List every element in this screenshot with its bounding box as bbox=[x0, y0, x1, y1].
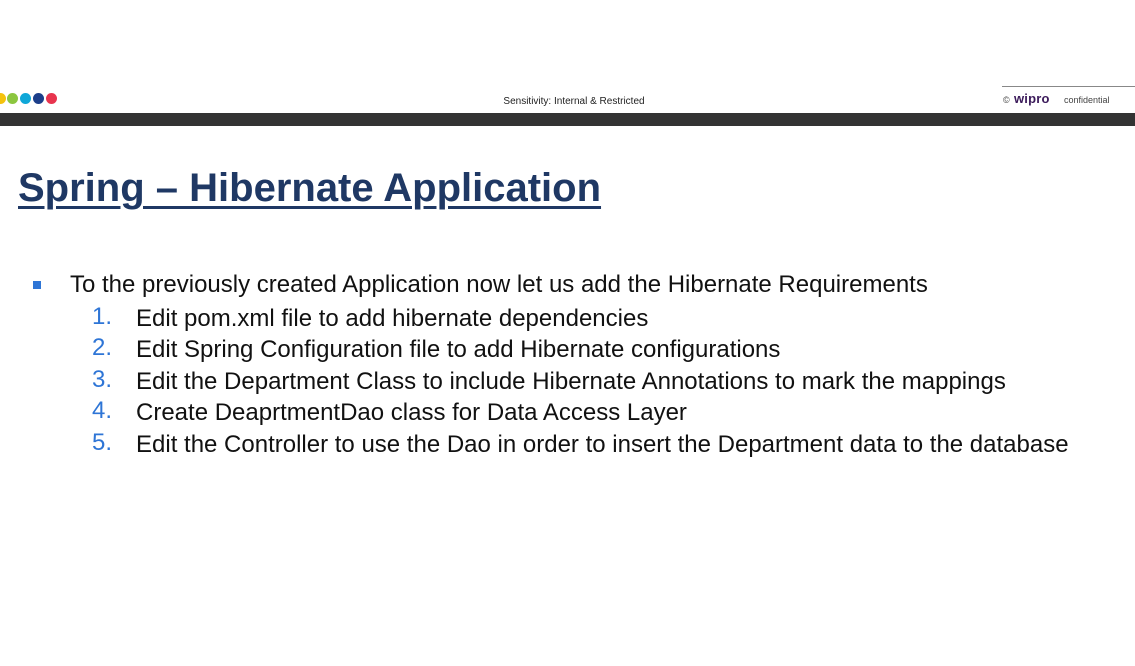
step-number: 3. bbox=[92, 365, 113, 393]
confidential-label: confidential bbox=[1064, 95, 1110, 105]
sensitivity-label: Sensitivity: Internal & Restricted bbox=[503, 96, 645, 107]
brand-block: © wipro confidential bbox=[1002, 86, 1135, 109]
step-text: Edit the Department Class to include Hib… bbox=[136, 367, 1006, 395]
slide-title: Spring – Hibernate Application bbox=[18, 166, 602, 210]
list-item: 3. Edit the Department Class to include … bbox=[0, 366, 1135, 397]
step-number: 4. bbox=[92, 397, 113, 425]
list-item: 2. Edit Spring Configuration file to add… bbox=[0, 334, 1135, 365]
step-number: 5. bbox=[92, 428, 113, 456]
step-number: 1. bbox=[92, 303, 113, 330]
step-text: Edit Spring Configuration file to add Hi… bbox=[136, 336, 781, 364]
step-text: Create DeaprtmentDao class for Data Acce… bbox=[136, 399, 687, 427]
list-item: 1. Edit pom.xml file to add hibernate de… bbox=[0, 303, 1135, 334]
step-text: Edit pom.xml file to add hibernate depen… bbox=[136, 305, 649, 332]
wipro-logo: wipro bbox=[1014, 91, 1050, 106]
intro-bullet: To the previously created Application no… bbox=[0, 271, 1135, 303]
steps-list: 1. Edit pom.xml file to add hibernate de… bbox=[0, 303, 1135, 492]
header-bar bbox=[0, 113, 1135, 126]
copyright-symbol: © bbox=[1003, 95, 1010, 105]
step-number: 2. bbox=[92, 334, 113, 362]
square-bullet-icon bbox=[33, 281, 41, 289]
step-text: Edit the Controller to use the Dao in or… bbox=[136, 430, 1069, 458]
list-item: 4. Create DeaprtmentDao class for Data A… bbox=[0, 397, 1135, 428]
list-item: 5. Edit the Controller to use the Dao in… bbox=[0, 429, 1135, 492]
intro-text: To the previously created Application no… bbox=[70, 271, 928, 298]
